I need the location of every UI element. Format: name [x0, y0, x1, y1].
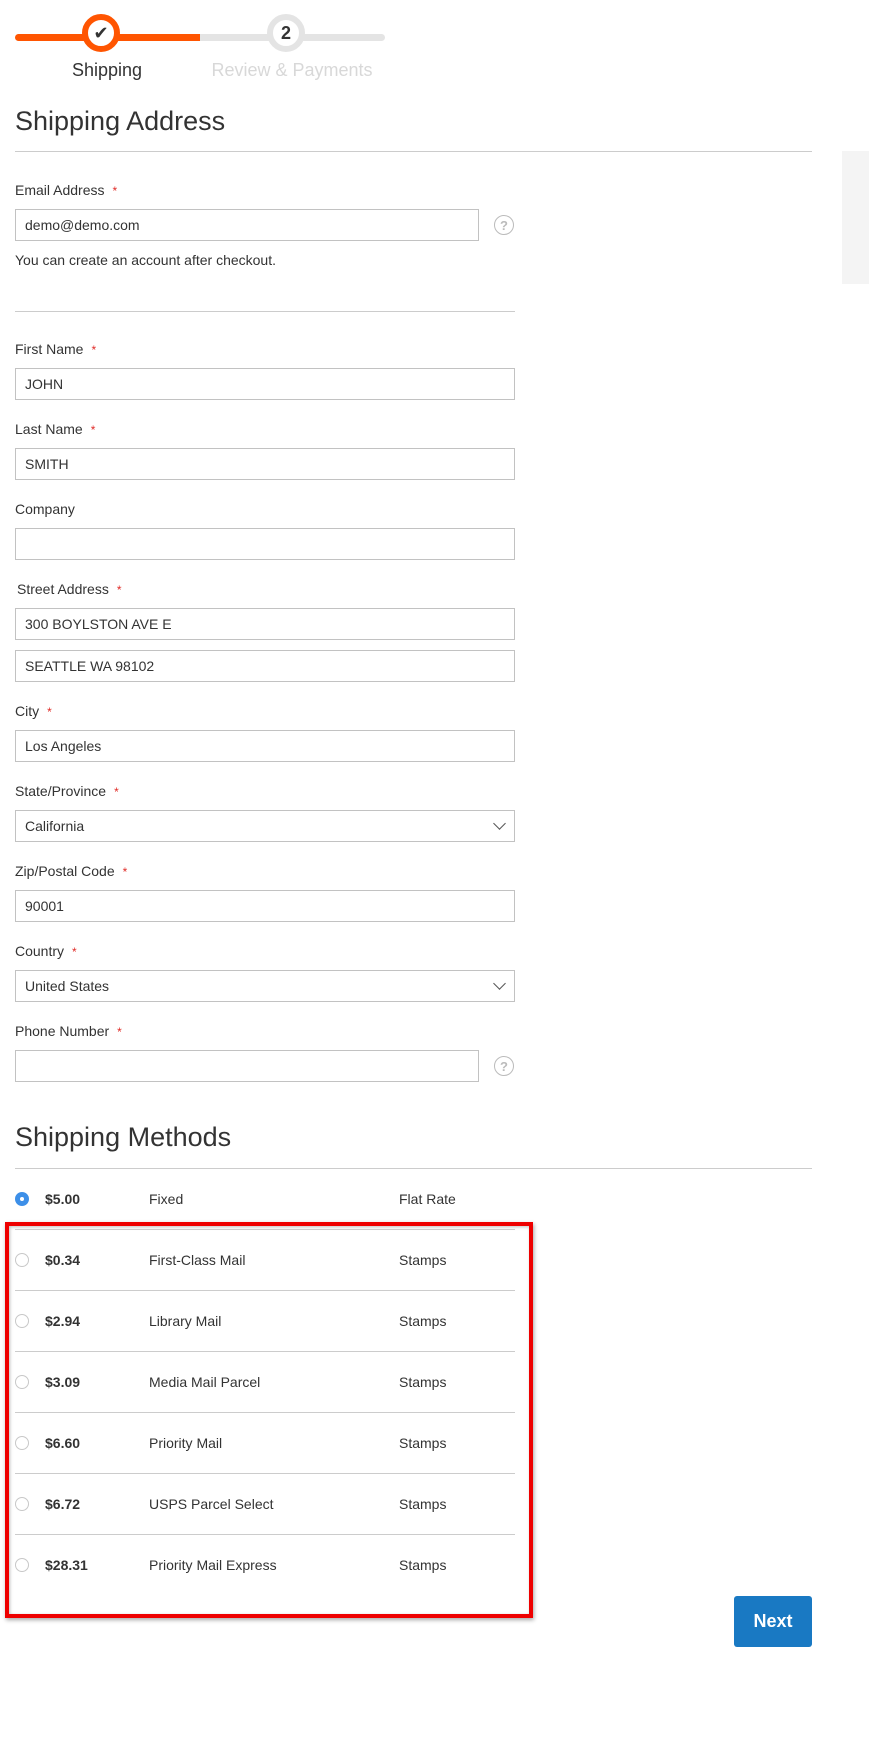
shipping-method-row[interactable]: $3.09 Media Mail Parcel Stamps [15, 1367, 515, 1397]
next-button[interactable]: Next [734, 1596, 812, 1647]
phone-label-text: Phone Number [15, 1023, 110, 1039]
country-label: Country * [15, 943, 77, 959]
company-label: Company [15, 501, 75, 517]
state-select-value: California [25, 818, 85, 834]
method-price: $0.34 [45, 1252, 81, 1268]
phone-help-icon[interactable]: ? [494, 1056, 514, 1076]
carrier-name: Stamps [399, 1496, 447, 1512]
method-name: Fixed [149, 1191, 184, 1207]
email-input[interactable]: demo@demo.com [15, 209, 479, 241]
shipping-address-title: Shipping Address [15, 106, 226, 136]
step-review-number[interactable]: 2 [267, 14, 305, 52]
company-input[interactable] [15, 528, 515, 560]
email-divider [15, 311, 515, 312]
chevron-down-icon [493, 817, 506, 830]
carrier-name: Stamps [399, 1557, 447, 1573]
state-label: State/Province * [15, 783, 119, 799]
shipping-method-row[interactable]: $0.34 First-Class Mail Stamps [15, 1245, 515, 1275]
first-name-label: First Name * [15, 341, 96, 357]
radio-unselected[interactable] [15, 1436, 29, 1450]
row-divider [15, 1229, 515, 1230]
last-name-label-text: Last Name [15, 421, 83, 437]
method-name: Library Mail [149, 1313, 222, 1329]
email-label: Email Address * [15, 182, 117, 198]
method-price: $5.00 [45, 1191, 81, 1207]
order-summary-panel [842, 151, 869, 284]
step-shipping-label[interactable]: Shipping [7, 60, 207, 81]
state-label-text: State/Province [15, 783, 107, 799]
company-label-text: Company [15, 501, 75, 517]
section-divider [15, 151, 812, 152]
method-name: USPS Parcel Select [149, 1496, 274, 1512]
last-name-input[interactable]: SMITH [15, 448, 515, 480]
shipping-methods-title: Shipping Methods [15, 1122, 232, 1152]
shipping-method-row[interactable]: $28.31 Priority Mail Express Stamps [15, 1550, 515, 1580]
first-name-label-text: First Name [15, 341, 84, 357]
zip-label-text: Zip/Postal Code [15, 863, 115, 879]
country-select-value: United States [25, 978, 110, 994]
radio-unselected[interactable] [15, 1375, 29, 1389]
phone-label: Phone Number * [15, 1023, 122, 1039]
method-price: $6.72 [45, 1496, 81, 1512]
radio-unselected[interactable] [15, 1314, 29, 1328]
street-address-line1-input[interactable]: 300 BOYLSTON AVE E [15, 608, 515, 640]
carrier-name: Flat Rate [399, 1191, 456, 1207]
first-name-input[interactable]: JOHN [15, 368, 515, 400]
shipping-method-row[interactable]: $6.72 USPS Parcel Select Stamps [15, 1489, 515, 1519]
required-marker: * [122, 865, 128, 879]
carrier-name: Stamps [399, 1252, 447, 1268]
city-input[interactable]: Los Angeles [15, 730, 515, 762]
city-label-text: City [15, 703, 40, 719]
required-marker: * [90, 423, 96, 437]
shipping-method-row[interactable]: $5.00 Fixed Flat Rate [15, 1184, 515, 1214]
phone-input[interactable] [15, 1050, 479, 1082]
required-marker: * [91, 343, 97, 357]
radio-selected[interactable] [15, 1192, 29, 1206]
method-price: $28.31 [45, 1557, 88, 1573]
carrier-name: Stamps [399, 1313, 447, 1329]
state-select[interactable]: California [15, 810, 515, 842]
street-label-text: Street Address [17, 581, 109, 597]
method-name: First-Class Mail [149, 1252, 246, 1268]
step-shipping-check-icon[interactable]: ✔ [82, 14, 120, 52]
required-marker: * [47, 705, 52, 719]
chevron-down-icon [493, 977, 506, 990]
method-price: $2.94 [45, 1313, 81, 1329]
country-label-text: Country [15, 943, 65, 959]
required-marker: * [114, 785, 119, 799]
section-divider [15, 1168, 812, 1169]
email-help-icon[interactable]: ? [494, 215, 514, 235]
zip-input[interactable]: 90001 [15, 890, 515, 922]
method-price: $6.60 [45, 1435, 81, 1451]
row-divider [15, 1473, 515, 1474]
shipping-method-row[interactable]: $2.94 Library Mail Stamps [15, 1306, 515, 1336]
last-name-label: Last Name * [15, 421, 95, 437]
method-price: $3.09 [45, 1374, 81, 1390]
required-marker: * [112, 184, 118, 198]
method-name: Media Mail Parcel [149, 1374, 261, 1390]
row-divider [15, 1290, 515, 1291]
radio-unselected[interactable] [15, 1558, 29, 1572]
row-divider [15, 1351, 515, 1352]
row-divider [15, 1534, 515, 1535]
step-review-label[interactable]: Review & Payments [192, 60, 392, 81]
zip-label: Zip/Postal Code * [15, 863, 127, 879]
city-label: City * [15, 703, 52, 719]
required-marker: * [116, 583, 122, 597]
email-note: You can create an account after checkout… [15, 252, 276, 268]
email-label-text: Email Address [15, 182, 105, 198]
shipping-method-row[interactable]: $6.60 Priority Mail Stamps [15, 1428, 515, 1458]
carrier-name: Stamps [399, 1435, 447, 1451]
radio-unselected[interactable] [15, 1253, 29, 1267]
method-name: Priority Mail Express [149, 1557, 277, 1573]
street-address-label: Street Address * [17, 581, 122, 597]
required-marker: * [72, 945, 77, 959]
row-divider [15, 1412, 515, 1413]
required-marker: * [117, 1025, 122, 1039]
country-select[interactable]: United States [15, 970, 515, 1002]
carrier-name: Stamps [399, 1374, 447, 1390]
radio-unselected[interactable] [15, 1497, 29, 1511]
street-address-line2-input[interactable]: SEATTLE WA 98102 [15, 650, 515, 682]
method-name: Priority Mail [149, 1435, 223, 1451]
